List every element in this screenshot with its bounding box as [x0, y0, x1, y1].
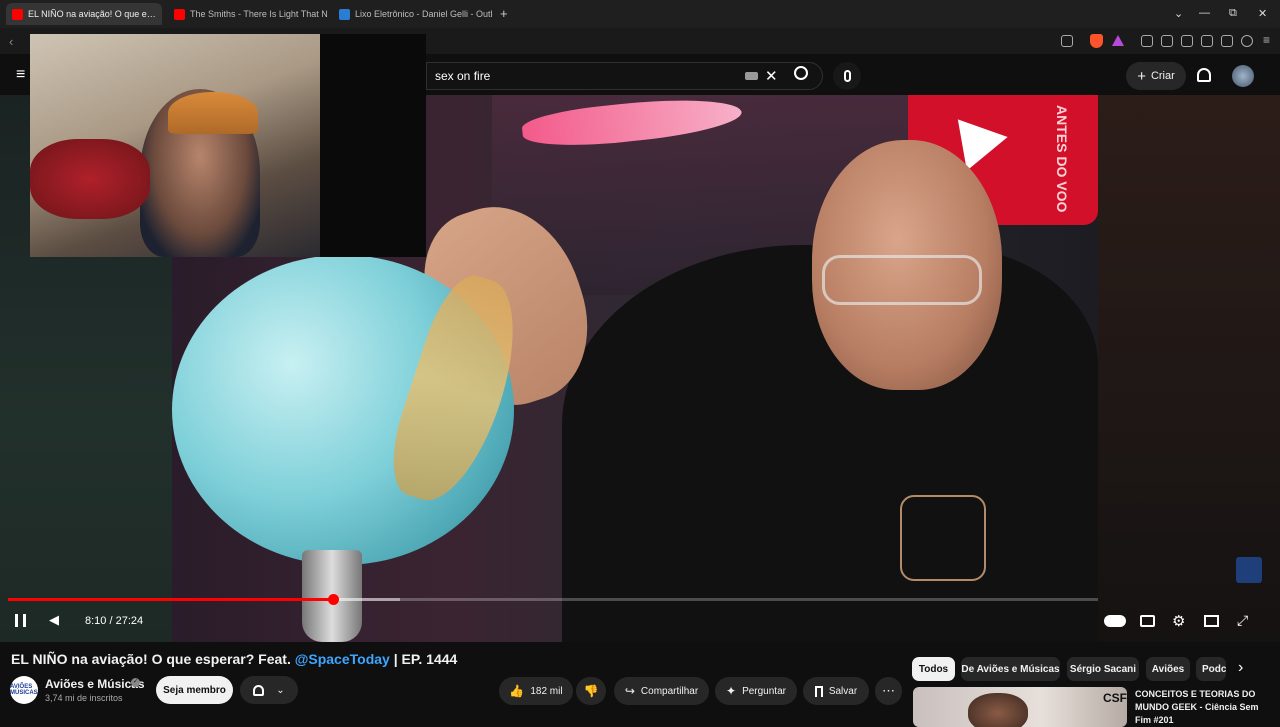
webcam-blanket — [30, 139, 150, 219]
share-button[interactable]: ↪ Compartilhar — [614, 677, 709, 705]
tab-search-icon[interactable]: ⌄ — [1174, 7, 1183, 20]
save-button[interactable]: Salvar — [803, 677, 869, 705]
microphone-icon — [844, 70, 851, 82]
recommendation-thumbnail[interactable]: CSF — [913, 687, 1127, 727]
maximize-button[interactable]: ⧉ — [1229, 7, 1237, 20]
sparkle-icon: ✦ — [726, 684, 736, 698]
title-mention-link[interactable]: @SpaceToday — [295, 651, 390, 667]
channel-watermark — [1236, 557, 1262, 583]
tab-title: The Smiths - There Is Light That Nev… — [190, 9, 328, 19]
create-button[interactable]: + Criar — [1126, 62, 1186, 90]
recommendation-title[interactable]: CONCEITOS E TEORIAS DO MUNDO GEEK - Ciên… — [1135, 688, 1275, 727]
join-button[interactable]: Seja membro — [156, 676, 233, 704]
theater-mode-icon[interactable] — [1204, 615, 1219, 627]
bookmark-icon — [815, 686, 823, 697]
voice-search-icon[interactable] — [833, 62, 861, 90]
wallet-icon[interactable] — [1201, 35, 1213, 47]
leo-icon[interactable] — [1221, 35, 1233, 47]
clear-search-icon[interactable]: ✕ — [765, 67, 778, 85]
bell-icon — [253, 685, 264, 696]
create-label: Criar — [1151, 70, 1175, 82]
back-icon[interactable]: ‹ — [9, 34, 13, 49]
search-input[interactable]: sex on fire — [435, 69, 490, 83]
video-right-panel — [1098, 95, 1280, 642]
chevron-down-icon: ⌄ — [276, 685, 284, 696]
chip-sergio-sacani[interactable]: Sérgio Sacani — [1067, 657, 1139, 681]
youtube-play-award — [958, 111, 1012, 170]
volume-icon[interactable]: ◀ — [49, 612, 59, 628]
subscriber-count: 3,74 mi de inscritos — [45, 693, 123, 703]
vpn-icon[interactable] — [1241, 35, 1253, 47]
tab-outlook[interactable]: Lixo Eletrônico - Daniel Gelli - Outlo… — [333, 3, 493, 25]
account-avatar[interactable] — [1232, 65, 1254, 87]
overlay-sign-text: ANTES DO VOO — [1054, 105, 1070, 212]
chip-avioes[interactable]: Aviões — [1146, 657, 1190, 681]
youtube-icon — [12, 9, 23, 20]
brave-shield-icon[interactable] — [1090, 34, 1103, 48]
keyboard-icon[interactable] — [745, 72, 758, 80]
more-icon: ⋯ — [882, 683, 895, 699]
youtube-icon — [174, 9, 185, 20]
new-tab-button[interactable]: + — [500, 6, 508, 21]
host-glasses — [822, 255, 982, 305]
channel-avatar[interactable]: AVIÕES MÚSICAS — [10, 676, 38, 704]
thumbs-up-icon: 👍 — [509, 684, 524, 698]
brave-rewards-icon[interactable] — [1112, 35, 1124, 46]
title-suffix: | EP. 1444 — [390, 651, 458, 667]
media-icon[interactable] — [1161, 35, 1173, 47]
share-label: Compartilhar — [641, 686, 698, 697]
minimize-button[interactable]: — — [1199, 7, 1210, 19]
title-prefix: EL NIÑO na aviação! O que esperar? Feat. — [11, 651, 295, 667]
search-icon[interactable] — [794, 66, 808, 80]
autoplay-toggle[interactable] — [1104, 615, 1126, 627]
tab-el-nino[interactable]: EL NIÑO na aviação! O que e… ✕ — [6, 3, 162, 25]
thumbs-down-icon: 👎 — [584, 684, 599, 698]
progress-fill — [8, 598, 333, 601]
thumb-person — [968, 693, 1028, 727]
extensions-icon[interactable] — [1141, 35, 1153, 47]
settings-gear-icon[interactable]: ⚙ — [1172, 612, 1185, 630]
webcam-overlay — [30, 34, 320, 257]
chip-de-avioes-e-musicas[interactable]: De Aviões e Músicas — [961, 657, 1060, 681]
chip-podcasts[interactable]: Podc — [1196, 657, 1226, 681]
dislike-button[interactable]: 👎 — [576, 677, 606, 705]
pause-icon[interactable] — [15, 614, 26, 627]
webcam-dark-panel — [320, 34, 426, 257]
menu-icon[interactable]: ≡ — [1263, 33, 1270, 47]
share-icon: ↪ — [625, 684, 635, 698]
browser-tab-bar: EL NIÑO na aviação! O que e… ✕ The Smith… — [0, 0, 1280, 28]
channel-name[interactable]: Aviões e Músicas — [45, 677, 145, 691]
search-box[interactable]: sex on fire ✕ — [426, 62, 823, 90]
tab-title: EL NIÑO na aviação! O que e… — [28, 9, 156, 19]
subtitles-icon[interactable] — [1140, 615, 1155, 627]
subscription-bell-button[interactable]: ⌄ — [240, 676, 298, 704]
cast-icon[interactable] — [1061, 35, 1073, 47]
like-button[interactable]: 👍 182 mil — [499, 677, 573, 705]
plus-icon: + — [1137, 68, 1146, 85]
thumb-badge: CSF — [1103, 691, 1127, 705]
video-title: EL NIÑO na aviação! O que esperar? Feat.… — [11, 651, 457, 667]
fullscreen-icon[interactable]: ⤢ — [1237, 612, 1248, 629]
close-window-button[interactable]: ✕ — [1258, 7, 1267, 20]
more-actions-button[interactable]: ⋯ — [875, 677, 902, 705]
chips-next-chevron-icon[interactable]: › — [1238, 659, 1243, 677]
verified-check-icon: ✓ — [131, 678, 140, 687]
hamburger-menu-icon[interactable]: ≡ — [16, 66, 25, 84]
notifications-bell-icon[interactable] — [1197, 68, 1211, 82]
tab-title: Lixo Eletrônico - Daniel Gelli - Outlo… — [355, 9, 493, 19]
webcam-cap — [168, 92, 258, 134]
save-label: Salvar — [829, 686, 857, 697]
sidebar-icon[interactable] — [1181, 35, 1193, 47]
tab-the-smiths[interactable]: The Smiths - There Is Light That Nev… — [168, 3, 328, 25]
outlook-icon — [339, 9, 350, 20]
chip-todos[interactable]: Todos — [912, 657, 955, 681]
time-display: 8:10 / 27:24 — [85, 615, 143, 627]
ask-button[interactable]: ✦ Perguntar — [715, 677, 797, 705]
ask-label: Perguntar — [742, 686, 786, 697]
like-count: 182 mil — [530, 686, 562, 697]
shirt-logo — [900, 495, 986, 581]
